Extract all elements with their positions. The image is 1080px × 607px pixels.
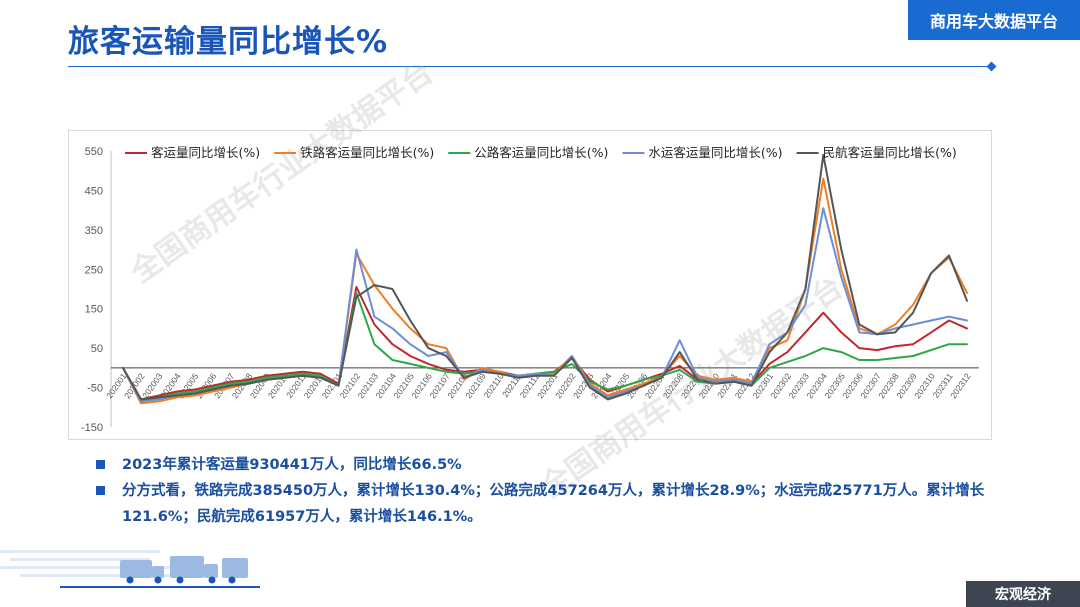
brand-badge: 商用车大数据平台	[908, 0, 1080, 40]
page-title: 旅客运输量同比增长%	[68, 24, 389, 60]
y-tick-label: 450	[85, 185, 103, 197]
section-tag: 宏观经济	[966, 581, 1080, 607]
summary-list: 2023年累计客运量930441万人，同比增长66.5% 分方式看，铁路完成38…	[96, 452, 986, 530]
y-tick-label: 550	[85, 146, 103, 158]
y-tick-label: 350	[85, 225, 103, 237]
title-divider	[68, 66, 992, 67]
y-tick-label: 50	[91, 343, 103, 355]
y-tick-label: -150	[81, 422, 103, 434]
y-tick-label: -50	[87, 383, 103, 395]
legend-label: 民航客运量同比增长(%)	[823, 145, 957, 160]
divider-end-marker	[986, 61, 997, 72]
legend-label: 铁路客运量同比增长(%)	[300, 145, 434, 160]
line-chart: -150-50501502503504505502020012020022020…	[81, 145, 979, 434]
legend-label: 水运客运量同比增长(%)	[648, 145, 782, 160]
truck-decoration-icon	[0, 550, 260, 588]
chart-container: -150 -50 50 150 250 350 450 550 202001 202002 2020…	[68, 130, 992, 440]
legend-label: 公路客运量同比增长(%)	[474, 145, 608, 160]
y-tick-label: 250	[85, 264, 103, 276]
summary-bullet: 分方式看，铁路完成385450万人，累计增长130.4%；公路完成457264万…	[96, 478, 986, 530]
summary-bullet: 2023年累计客运量930441万人，同比增长66.5%	[96, 452, 986, 478]
legend-label: 客运量同比增长(%)	[151, 145, 260, 160]
series-line	[122, 177, 968, 405]
y-tick-label: 150	[85, 304, 103, 316]
